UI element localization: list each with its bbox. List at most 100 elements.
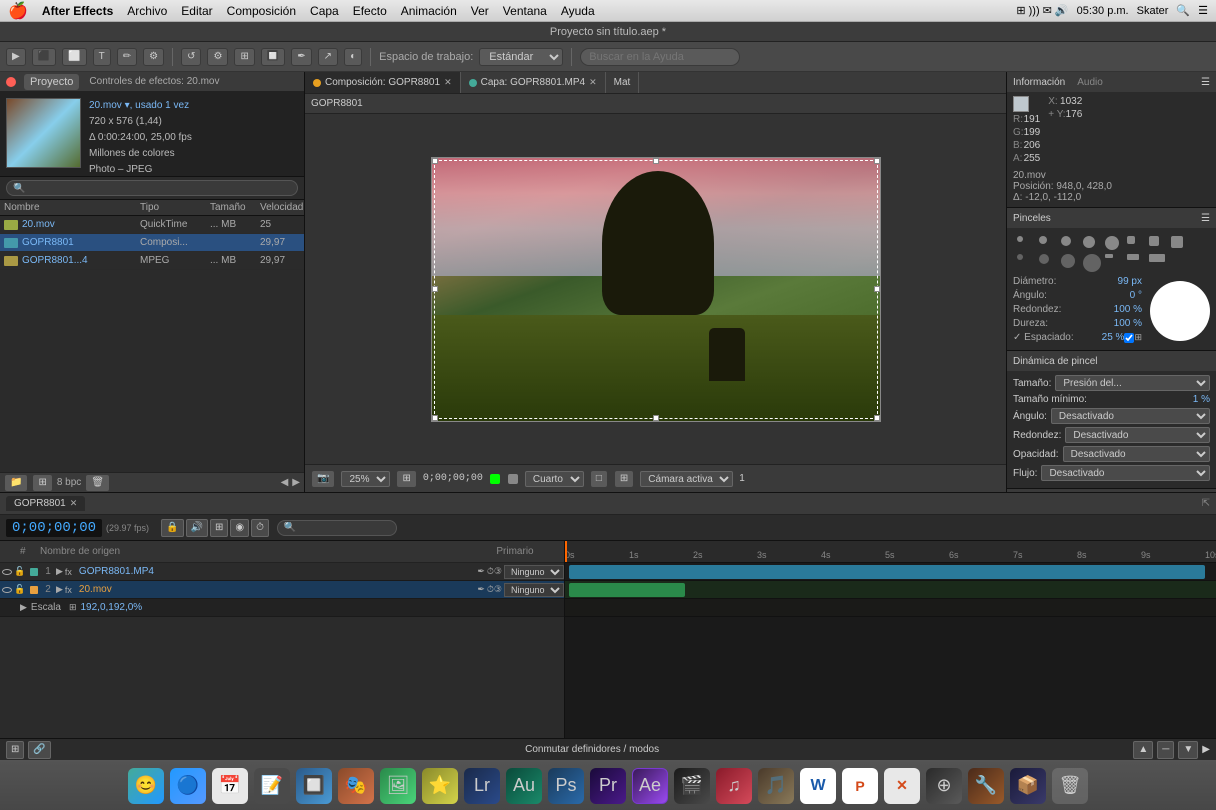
menu-composicion[interactable]: Composición (227, 4, 296, 18)
grid-btn[interactable]: ⊞ (614, 470, 634, 488)
dock-item-9[interactable]: ⊕ (926, 768, 962, 804)
menu-ayuda[interactable]: Ayuda (561, 4, 595, 18)
dock-itunes[interactable]: ♫ (716, 768, 752, 804)
toolbar-btn-10[interactable]: 🔲 (261, 48, 285, 66)
dynamics-header[interactable]: Dinámica de pincel (1007, 351, 1216, 371)
toolbar-btn-3[interactable]: ⬜ (62, 48, 86, 66)
layer-lock-1[interactable]: 🔓 (14, 566, 28, 577)
tl-bottom-btn-2[interactable]: 🔗 (28, 741, 50, 759)
roi-btn[interactable]: □ (590, 470, 608, 488)
dyn-roundness-dropdown[interactable]: Desactivado (1065, 427, 1210, 443)
escala-label[interactable]: Escala (31, 602, 61, 613)
brush-dot-12[interactable] (1105, 254, 1113, 258)
brush-dot-14[interactable] (1149, 254, 1165, 262)
tl-btn-4[interactable]: ◉ (230, 519, 249, 537)
playhead[interactable] (565, 541, 567, 562)
dock-word[interactable]: W (800, 768, 836, 804)
close-button[interactable] (6, 77, 16, 87)
visibility-toggle-2[interactable] (0, 583, 14, 597)
time-display[interactable]: 0;00;00;00 (6, 519, 102, 537)
dock-item-1[interactable]: 🔵 (170, 768, 206, 804)
info-menu-icon[interactable]: ☰ (1201, 77, 1210, 88)
new-folder-btn[interactable]: 📁 (4, 474, 28, 492)
dyn-angle-dropdown[interactable]: Desactivado (1051, 408, 1210, 424)
mode-dropdown-1[interactable]: Ninguno (504, 565, 564, 579)
toolbar-btn-8[interactable]: ⚙ (207, 48, 228, 66)
menu-ventana[interactable]: Ventana (503, 4, 547, 18)
menu-editar[interactable]: Editar (181, 4, 212, 18)
toolbar-btn-6[interactable]: ⚙ (143, 48, 164, 66)
viewer-area[interactable] (305, 114, 1006, 464)
dyn-flow-dropdown[interactable]: Desactivado (1041, 465, 1210, 481)
delete-btn[interactable]: 🗑 (85, 474, 110, 492)
tab-close-2[interactable]: ✕ (589, 77, 597, 88)
dock-item-5[interactable]: 🎭 (338, 768, 374, 804)
menu-animacion[interactable]: Animación (401, 4, 457, 18)
dock-item-10[interactable]: 🔧 (968, 768, 1004, 804)
toolbar-btn-9[interactable]: ⊞ (234, 48, 254, 66)
toolbar-btn-1[interactable]: ▶ (6, 48, 26, 66)
scroll-right[interactable]: ▶ (292, 477, 300, 488)
layer-row-2[interactable]: 🔓 2 ▶ fx 20.mov ✒ ⏱ ③ Ninguno (0, 581, 564, 599)
timeline-expand-btn[interactable]: ⇱ (1202, 498, 1210, 509)
zoom-dropdown[interactable]: 25% (341, 471, 390, 487)
tl-bottom-btn-3[interactable]: ▲ (1133, 741, 1153, 759)
viewer-tab-mat[interactable]: Mat (606, 72, 640, 93)
brush-dot-4[interactable] (1105, 236, 1119, 250)
comp-timeline-tab[interactable]: GOPR8801 ✕ (6, 496, 85, 511)
timeline-tracks[interactable]: 0s 1s 2s 3s 4s 5s 6s 7s 8s 9s 10s (565, 541, 1216, 738)
track-row-1[interactable] (565, 563, 1216, 581)
dock-item-8[interactable]: 🎵 (758, 768, 794, 804)
dock-aftereffects[interactable]: Ae (632, 768, 668, 804)
project-search-input[interactable] (6, 180, 298, 196)
track-clip-1[interactable] (569, 565, 1205, 579)
toolbar-btn-4[interactable]: T (93, 48, 111, 66)
viewer-tab-layer[interactable]: Capa: GOPR8801.MP4 ✕ (461, 72, 606, 93)
fit-btn[interactable]: ⊞ (396, 470, 416, 488)
layer-name-1[interactable]: GOPR8801.MP4 (79, 566, 477, 577)
brush-dot-10[interactable] (1061, 254, 1075, 268)
tl-btn-3[interactable]: ⊞ (210, 519, 228, 537)
project-item-1[interactable]: GOPR8801 Composi... 29,97 (0, 234, 304, 252)
brush-dot-13[interactable] (1127, 254, 1139, 260)
snapshot-btn[interactable]: 📷 (311, 470, 335, 488)
color-btn[interactable] (489, 473, 501, 485)
help-search[interactable] (580, 48, 740, 66)
track-clip-2[interactable] (569, 583, 685, 597)
dock-premiere[interactable]: Pr (590, 768, 626, 804)
track-row-2[interactable] (565, 581, 1216, 599)
brush-dot-1[interactable] (1039, 236, 1047, 244)
layer-clock-1[interactable]: ⏱ (487, 566, 494, 577)
dock-trash[interactable]: 🗑 (1052, 768, 1088, 804)
menu-archivo[interactable]: Archivo (127, 4, 167, 18)
empty-track-area[interactable] (565, 617, 1216, 697)
escala-value[interactable]: 192,0,192,0% (80, 602, 142, 613)
layer-name-2[interactable]: 20.mov (79, 584, 477, 595)
project-item-2[interactable]: GOPR8801...4 MPEG ... MB 29,97 (0, 252, 304, 270)
layer-fx-1[interactable]: fx (65, 567, 79, 577)
project-item-0[interactable]: 20.mov QuickTime ... MB 25 (0, 216, 304, 234)
dock-item-2[interactable]: 📅 (212, 768, 248, 804)
comp-tab-close[interactable]: ✕ (70, 498, 78, 509)
brush-dot-7[interactable] (1171, 236, 1183, 248)
dock-item-4[interactable]: 🔲 (296, 768, 332, 804)
visibility-toggle-1[interactable] (0, 565, 14, 579)
dyn-opacity-dropdown[interactable]: Desactivado (1063, 446, 1210, 462)
toolbar-btn-11[interactable]: ✒ (291, 48, 311, 66)
toolbar-btn-13[interactable]: ◐ (344, 48, 362, 66)
dock-item-7[interactable]: ⭐ (422, 768, 458, 804)
scroll-left[interactable]: ◀ (281, 477, 289, 488)
menu-capa[interactable]: Capa (310, 4, 339, 18)
timeline-search[interactable] (277, 520, 397, 536)
mode-dropdown-2[interactable]: Ninguno (504, 583, 564, 597)
brush-dot-11[interactable] (1083, 254, 1101, 272)
tl-btn-5[interactable]: ⏱ (251, 519, 269, 537)
brush-dot-2[interactable] (1061, 236, 1071, 246)
layer-lock-2[interactable]: 🔓 (14, 584, 28, 595)
dock-item-3[interactable]: 📝 (254, 768, 290, 804)
brush-dot-8[interactable] (1017, 254, 1023, 260)
dock-audition[interactable]: Au (506, 768, 542, 804)
alpha-btn[interactable] (507, 473, 519, 485)
brush-dot-6[interactable] (1149, 236, 1159, 246)
layer-pen-2[interactable]: ✒ (477, 584, 485, 595)
